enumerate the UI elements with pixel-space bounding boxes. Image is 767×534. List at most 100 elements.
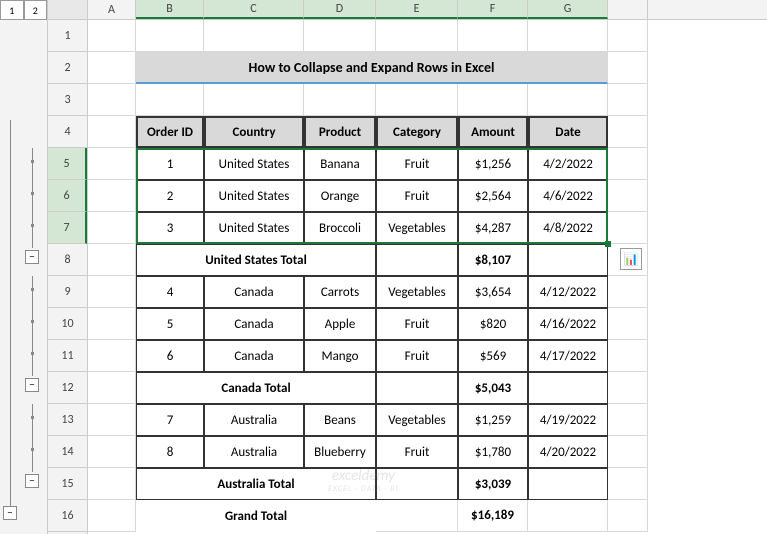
table-cell[interactable]: 3	[136, 212, 204, 244]
table-cell[interactable]: 4/19/2022	[528, 404, 608, 436]
table-cell[interactable]: United States	[204, 180, 304, 212]
table-cell[interactable]	[376, 468, 458, 500]
row-header-6[interactable]: 6	[48, 180, 87, 212]
table-cell[interactable]: Vegetables	[376, 212, 458, 244]
subtotal-label-australia[interactable]: Australia Total	[136, 468, 376, 500]
table-cell[interactable]: Fruit	[376, 340, 458, 372]
spreadsheet-cells[interactable]: How to Collapse and Expand Rows in Excel…	[88, 20, 767, 534]
table-cell[interactable]: $1,780	[458, 436, 528, 468]
col-header-g[interactable]: G	[528, 0, 608, 19]
subtotal-amount-canada[interactable]: $5,043	[458, 372, 528, 404]
row-header-15[interactable]: 15	[48, 468, 87, 500]
collapse-group-1-button[interactable]: −	[25, 250, 39, 264]
table-cell[interactable]: 4/17/2022	[528, 340, 608, 372]
table-cell[interactable]: 5	[136, 308, 204, 340]
table-cell[interactable]: 4/2/2022	[528, 148, 608, 180]
table-cell[interactable]: $1,256	[458, 148, 528, 180]
row-header-9[interactable]: 9	[48, 276, 87, 308]
table-cell[interactable]: United States	[204, 212, 304, 244]
table-cell[interactable]: 1	[136, 148, 204, 180]
table-cell[interactable]: Orange	[304, 180, 376, 212]
quick-analysis-button[interactable]: 📊	[620, 248, 642, 270]
subtotal-amount-us[interactable]: $8,107	[458, 244, 528, 276]
table-cell[interactable]: 4	[136, 276, 204, 308]
table-cell[interactable]: United States	[204, 148, 304, 180]
table-cell[interactable]: Blueberry	[304, 436, 376, 468]
col-header-f[interactable]: F	[458, 0, 528, 19]
table-cell[interactable]: Fruit	[376, 148, 458, 180]
collapse-group-2-button[interactable]: −	[25, 378, 39, 392]
grand-total-label[interactable]: Grand Total	[136, 500, 376, 532]
table-cell[interactable]: 6	[136, 340, 204, 372]
table-cell[interactable]: Canada	[204, 340, 304, 372]
row-header-10[interactable]: 10	[48, 308, 87, 340]
col-header-d[interactable]: D	[304, 0, 376, 19]
table-cell[interactable]: Broccoli	[304, 212, 376, 244]
table-cell[interactable]: Australia	[204, 404, 304, 436]
header-orderid[interactable]: Order ID	[136, 116, 204, 148]
select-all-corner[interactable]	[48, 0, 88, 19]
header-category[interactable]: Category	[376, 116, 458, 148]
title-cell[interactable]: How to Collapse and Expand Rows in Excel	[136, 52, 608, 84]
table-cell[interactable]: 7	[136, 404, 204, 436]
header-product[interactable]: Product	[304, 116, 376, 148]
table-cell[interactable]	[528, 372, 608, 404]
col-header-c[interactable]: C	[204, 0, 304, 19]
table-cell[interactable]: Beans	[304, 404, 376, 436]
row-header-5[interactable]: 5	[48, 148, 87, 180]
row-header-1[interactable]: 1	[48, 20, 87, 52]
table-cell[interactable]	[528, 468, 608, 500]
table-cell[interactable]: 4/20/2022	[528, 436, 608, 468]
table-cell[interactable]: $2,564	[458, 180, 528, 212]
table-cell[interactable]	[376, 244, 458, 276]
outline-level-2[interactable]: 2	[24, 0, 48, 20]
table-cell[interactable]: $569	[458, 340, 528, 372]
row-header-11[interactable]: 11	[48, 340, 87, 372]
collapse-group-3-button[interactable]: −	[25, 474, 39, 488]
subtotal-label-canada[interactable]: Canada Total	[136, 372, 376, 404]
table-cell[interactable]	[528, 244, 608, 276]
subtotal-label-us[interactable]: United States Total	[136, 244, 376, 276]
table-cell[interactable]: Fruit	[376, 308, 458, 340]
table-cell[interactable]: $3,654	[458, 276, 528, 308]
table-cell[interactable]: Australia	[204, 436, 304, 468]
table-cell[interactable]: Vegetables	[376, 404, 458, 436]
col-header-a[interactable]: A	[88, 0, 136, 19]
table-cell[interactable]: Fruit	[376, 180, 458, 212]
table-cell[interactable]: Apple	[304, 308, 376, 340]
header-amount[interactable]: Amount	[458, 116, 528, 148]
table-cell[interactable]: Vegetables	[376, 276, 458, 308]
grand-total-amount[interactable]: $16,189	[458, 500, 528, 532]
table-cell[interactable]: $4,287	[458, 212, 528, 244]
table-cell[interactable]: $820	[458, 308, 528, 340]
table-cell[interactable]: Carrots	[304, 276, 376, 308]
table-cell[interactable]: 8	[136, 436, 204, 468]
outline-level-1[interactable]: 1	[0, 0, 24, 20]
row-header-8[interactable]: 8	[48, 244, 87, 276]
row-header-14[interactable]: 14	[48, 436, 87, 468]
table-cell[interactable]: Canada	[204, 276, 304, 308]
table-cell[interactable]: Fruit	[376, 436, 458, 468]
collapse-all-button[interactable]: −	[3, 506, 17, 520]
subtotal-amount-australia[interactable]: $3,039	[458, 468, 528, 500]
col-header-e[interactable]: E	[376, 0, 458, 19]
table-cell[interactable]	[376, 372, 458, 404]
table-cell[interactable]: 4/8/2022	[528, 212, 608, 244]
row-header-4[interactable]: 4	[48, 116, 87, 148]
row-header-12[interactable]: 12	[48, 372, 87, 404]
table-cell[interactable]: Mango	[304, 340, 376, 372]
table-cell[interactable]: Banana	[304, 148, 376, 180]
table-cell[interactable]: $1,259	[458, 404, 528, 436]
col-header-b[interactable]: B	[136, 0, 204, 19]
fill-handle[interactable]	[605, 241, 611, 247]
header-date[interactable]: Date	[528, 116, 608, 148]
row-header-7[interactable]: 7	[48, 212, 87, 244]
header-country[interactable]: Country	[204, 116, 304, 148]
table-cell[interactable]: 4/16/2022	[528, 308, 608, 340]
row-header-2[interactable]: 2	[48, 52, 87, 84]
table-cell[interactable]: 2	[136, 180, 204, 212]
row-header-16[interactable]: 16	[48, 500, 87, 532]
row-header-13[interactable]: 13	[48, 404, 87, 436]
table-cell[interactable]: Canada	[204, 308, 304, 340]
row-header-3[interactable]: 3	[48, 84, 87, 116]
